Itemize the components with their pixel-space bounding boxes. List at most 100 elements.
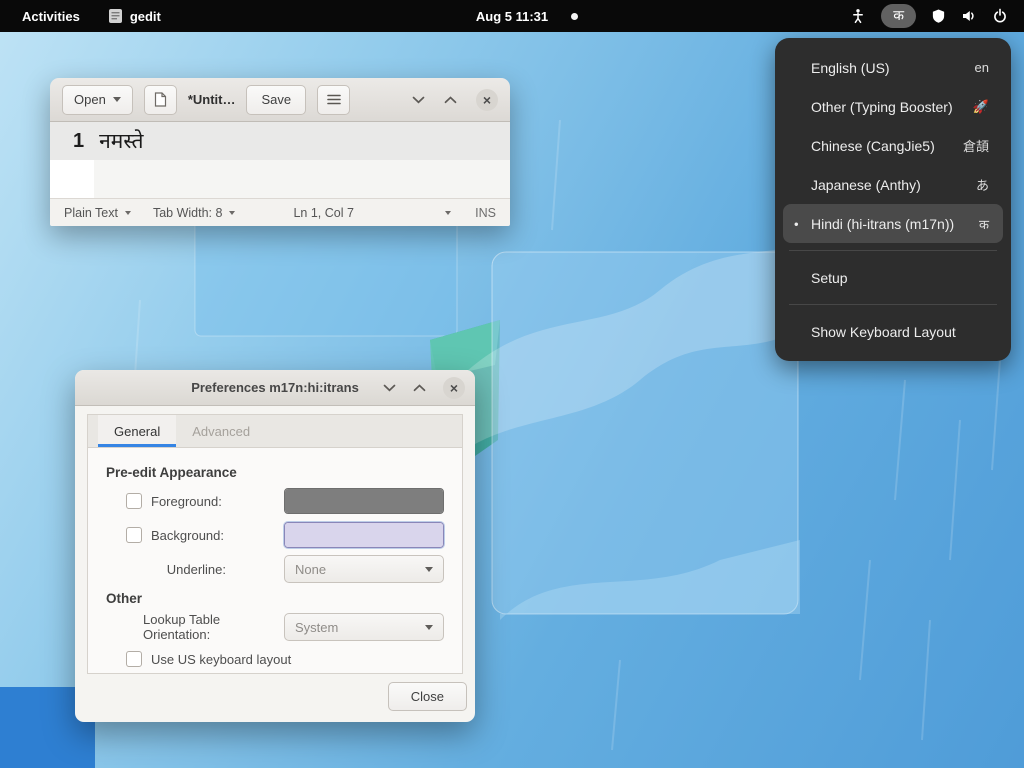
foreground-color-swatch	[285, 489, 443, 513]
ime-item-label: Other (Typing Booster)	[811, 99, 953, 115]
menu-button[interactable]	[317, 85, 350, 115]
ime-item-label: English (US)	[811, 60, 890, 76]
gedit-window: Open *Untit… Save × 1 नमस्ते Plain Text	[50, 78, 510, 226]
chevron-down-icon	[445, 211, 451, 215]
chevron-down-icon	[425, 625, 433, 630]
activities-button[interactable]: Activities	[16, 5, 86, 28]
gedit-window-title: *Untit…	[188, 92, 236, 107]
clock[interactable]: Aug 5 11:31	[468, 6, 556, 27]
open-button[interactable]: Open	[62, 85, 133, 115]
other-heading: Other	[106, 586, 444, 610]
line-number: 1	[73, 130, 84, 153]
preferences-notebook: General Advanced Pre-edit Appearance For…	[87, 414, 463, 674]
gedit-headerbar[interactable]: Open *Untit… Save ×	[50, 78, 510, 122]
underline-row: Underline: None	[106, 552, 444, 586]
goto-line-button[interactable]	[445, 211, 451, 215]
ime-item-badge: क	[979, 215, 989, 233]
app-menu-button[interactable]: gedit	[108, 8, 161, 24]
chevron-down-icon	[113, 97, 121, 102]
preedit-appearance-heading: Pre-edit Appearance	[106, 460, 444, 484]
language-label: Plain Text	[64, 206, 118, 220]
background-checkbox[interactable]	[126, 527, 142, 543]
foreground-checkbox[interactable]	[126, 493, 142, 509]
maximize-chevron-icon[interactable]	[413, 384, 426, 392]
unmaximize-chevron-icon[interactable]	[383, 384, 396, 392]
show-keyboard-layout-label: Show Keyboard Layout	[811, 324, 956, 340]
background-color-swatch	[285, 523, 443, 547]
notification-dot	[571, 13, 578, 20]
ime-item-hindi-itrans[interactable]: • Hindi (hi-itrans (m17n)) क	[783, 204, 1003, 243]
editor-text: नमस्ते	[99, 127, 143, 155]
accessibility-icon[interactable]	[850, 8, 866, 24]
us-keyboard-row: Use US keyboard layout	[106, 644, 444, 674]
ime-item-japanese-anthy[interactable]: Japanese (Anthy) あ	[783, 165, 1003, 204]
input-method-indicator[interactable]: क	[881, 4, 916, 28]
preferences-titlebar[interactable]: Preferences m17n:hi:itrans ×	[75, 370, 475, 406]
ime-item-badge: あ	[976, 175, 989, 194]
lookup-orientation-value: System	[295, 620, 338, 635]
ime-item-label: Hindi (hi-itrans (m17n))	[811, 216, 954, 232]
us-keyboard-label: Use US keyboard layout	[151, 652, 291, 667]
save-button[interactable]: Save	[246, 85, 306, 115]
editor-empty-line[interactable]	[50, 160, 510, 198]
power-icon[interactable]	[992, 8, 1008, 24]
foreground-row: Foreground:	[106, 484, 444, 518]
system-tray: क	[850, 4, 1024, 28]
background-row: Background:	[106, 518, 444, 552]
gedit-statusbar: Plain Text Tab Width: 8 Ln 1, Col 7 INS	[50, 198, 510, 226]
selected-bullet: •	[794, 216, 799, 231]
text-editor-area[interactable]: 1 नमस्ते	[50, 122, 510, 198]
ime-item-typing-booster[interactable]: Other (Typing Booster) 🚀	[783, 87, 1003, 126]
language-selector[interactable]: Plain Text	[64, 206, 131, 220]
gedit-app-icon	[108, 8, 123, 24]
new-document-icon	[154, 92, 167, 107]
volume-icon[interactable]	[961, 8, 977, 24]
open-button-label: Open	[74, 92, 106, 107]
ime-item-label: Chinese (CangJie5)	[811, 138, 935, 154]
background-color-button[interactable]	[284, 522, 444, 548]
close-dialog-button[interactable]: ×	[443, 377, 465, 399]
ime-item-badge: 🚀	[973, 99, 989, 115]
gnome-top-bar: Activities gedit Aug 5 11:31 क	[0, 0, 1024, 32]
menu-separator	[789, 250, 997, 251]
background-label: Background:	[151, 528, 224, 543]
menu-separator	[789, 304, 997, 305]
tab-advanced[interactable]: Advanced	[176, 415, 266, 447]
tab-bar: General Advanced	[88, 415, 462, 448]
chevron-down-icon	[229, 211, 235, 215]
ime-setup-label: Setup	[811, 270, 848, 286]
lookup-orientation-label: Lookup Table Orientation:	[143, 612, 284, 642]
input-method-menu: English (US) en Other (Typing Booster) 🚀…	[775, 38, 1011, 361]
tab-width-selector[interactable]: Tab Width: 8	[153, 206, 235, 220]
close-window-button[interactable]: ×	[476, 89, 498, 111]
ime-item-chinese-cangjie[interactable]: Chinese (CangJie5) 倉頡	[783, 126, 1003, 165]
foreground-label: Foreground:	[151, 494, 222, 509]
ime-item-badge: en	[975, 60, 989, 75]
new-document-button[interactable]	[144, 85, 177, 115]
maximize-chevron-icon[interactable]	[444, 96, 457, 104]
underline-value: None	[295, 562, 326, 577]
ime-item-english-us[interactable]: English (US) en	[783, 48, 1003, 87]
show-keyboard-layout-item[interactable]: Show Keyboard Layout	[783, 312, 1003, 351]
underline-label: Underline:	[167, 562, 226, 577]
insert-mode-indicator: INS	[475, 206, 496, 220]
ime-setup-item[interactable]: Setup	[783, 258, 1003, 297]
close-button[interactable]: Close	[388, 682, 467, 711]
shield-icon[interactable]	[931, 8, 946, 24]
editor-current-line[interactable]: 1 नमस्ते	[50, 122, 510, 160]
cursor-position-label: Ln 1, Col 7	[293, 206, 353, 220]
ibus-preferences-dialog: Preferences m17n:hi:itrans × General Adv…	[75, 370, 475, 722]
tab-general[interactable]: General	[98, 415, 176, 447]
lookup-orientation-row: Lookup Table Orientation: System	[106, 610, 444, 644]
us-keyboard-checkbox[interactable]	[126, 651, 142, 667]
chevron-down-icon	[125, 211, 131, 215]
underline-dropdown[interactable]: None	[284, 555, 444, 583]
ime-item-label: Japanese (Anthy)	[811, 177, 921, 193]
unmaximize-chevron-icon[interactable]	[412, 96, 425, 104]
ime-item-badge: 倉頡	[963, 136, 989, 155]
lookup-orientation-dropdown[interactable]: System	[284, 613, 444, 641]
cursor-position[interactable]: Ln 1, Col 7	[293, 206, 353, 220]
chevron-down-icon	[425, 567, 433, 572]
save-button-label: Save	[261, 92, 291, 107]
foreground-color-button[interactable]	[284, 488, 444, 514]
